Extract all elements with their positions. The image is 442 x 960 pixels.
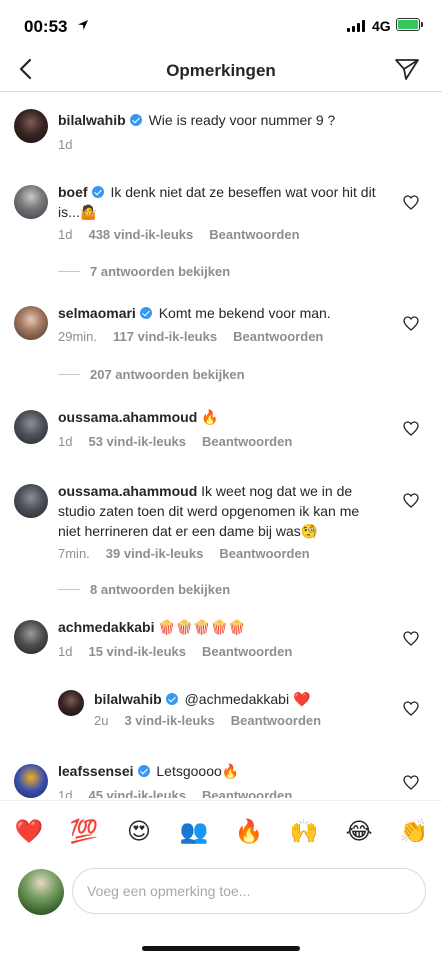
heart-outline-icon[interactable] bbox=[403, 631, 419, 646]
heart-outline-icon[interactable] bbox=[403, 493, 419, 508]
comment-time: 1d bbox=[58, 137, 73, 152]
emoji-button[interactable]: 👥 bbox=[179, 817, 209, 847]
avatar[interactable] bbox=[14, 764, 48, 798]
avatar[interactable] bbox=[14, 410, 48, 444]
comment-time: 1d bbox=[58, 788, 73, 798]
comment-username[interactable]: oussama.ahammoud bbox=[58, 483, 197, 499]
avatar[interactable] bbox=[58, 690, 84, 716]
emoji-button[interactable]: 😂 bbox=[344, 817, 374, 847]
comment-text: Wie is ready voor nummer 9 ? bbox=[148, 112, 336, 128]
reply-button[interactable]: Beantwoorden bbox=[219, 546, 309, 561]
status-time: 00:53 bbox=[24, 17, 68, 36]
battery-icon bbox=[396, 18, 423, 31]
comment-username[interactable]: selmaomari bbox=[58, 305, 136, 321]
comment-username[interactable]: bilalwahib bbox=[58, 112, 126, 128]
verified-badge-icon bbox=[165, 693, 178, 705]
comment-time: 29min. bbox=[58, 329, 98, 344]
heart-outline-icon[interactable] bbox=[403, 195, 419, 210]
comment-username[interactable]: leafssensei bbox=[58, 763, 134, 779]
comment-username[interactable]: boef bbox=[58, 184, 88, 200]
heart-outline-icon[interactable] bbox=[403, 421, 419, 436]
current-user-avatar bbox=[18, 869, 64, 915]
direct-send-icon[interactable] bbox=[394, 56, 420, 82]
like-count[interactable]: 53 vind-ik-leuks bbox=[88, 434, 186, 449]
comment-composer bbox=[0, 860, 442, 924]
heart-outline-icon[interactable] bbox=[403, 701, 419, 716]
comment-time: 1d bbox=[58, 434, 73, 449]
comment-time: 7min. bbox=[58, 546, 90, 561]
view-replies-button[interactable]: 7 antwoorden bekijken bbox=[58, 264, 230, 279]
comment-time: 1d bbox=[58, 227, 73, 242]
comment-text: 🍿🍿🍿🍿🍿 bbox=[158, 620, 246, 636]
view-replies-button[interactable]: 8 antwoorden bekijken bbox=[58, 582, 230, 597]
navigation-bar: Opmerkingen bbox=[0, 50, 442, 92]
location-arrow-icon bbox=[78, 20, 88, 30]
signal-icon bbox=[347, 20, 365, 32]
comment-list[interactable]: bilalwahib Wie is ready voor nummer 9 ? … bbox=[0, 93, 442, 798]
reply-button[interactable]: Beantwoorden bbox=[202, 434, 292, 449]
verified-badge-icon bbox=[137, 765, 150, 777]
view-replies-label: 207 antwoorden bekijken bbox=[90, 367, 245, 382]
comment-text: 🔥 bbox=[201, 410, 219, 426]
reply-button[interactable]: Beantwoorden bbox=[209, 227, 299, 242]
avatar[interactable] bbox=[14, 620, 48, 654]
verified-badge-icon bbox=[129, 114, 142, 126]
emoji-quick-bar: ❤️ 💯 😍 👥 🔥 🙌 😂 👏 bbox=[0, 800, 442, 858]
verified-badge-icon bbox=[139, 307, 152, 319]
comment-text: Letsgoooo🔥 bbox=[156, 763, 240, 779]
comment-input[interactable] bbox=[72, 868, 426, 914]
avatar[interactable] bbox=[14, 109, 48, 143]
comment-username[interactable]: bilalwahib bbox=[94, 691, 162, 707]
emoji-button[interactable]: 👏 bbox=[399, 817, 429, 847]
status-bar: 00:53 4G bbox=[0, 0, 442, 50]
view-replies-button[interactable]: 207 antwoorden bekijken bbox=[58, 367, 245, 382]
page-title: Opmerkingen bbox=[166, 61, 276, 80]
emoji-button[interactable]: 🙌 bbox=[289, 817, 319, 847]
emoji-button[interactable]: 🔥 bbox=[234, 817, 264, 847]
comment-time: 2u bbox=[94, 713, 109, 728]
network-type: 4G bbox=[372, 18, 391, 34]
avatar[interactable] bbox=[14, 185, 48, 219]
comment-text: @achmedakkabi ❤️ bbox=[184, 691, 311, 707]
comment-username[interactable]: oussama.ahammoud bbox=[58, 409, 197, 425]
comment-text: Ik denk niet dat ze beseffen wat voor hi… bbox=[58, 184, 376, 220]
view-replies-label: 7 antwoorden bekijken bbox=[90, 264, 231, 279]
like-count[interactable]: 117 vind-ik-leuks bbox=[113, 329, 217, 344]
avatar[interactable] bbox=[14, 484, 48, 518]
heart-outline-icon[interactable] bbox=[403, 775, 419, 790]
comment-text: Komt me bekend voor man. bbox=[158, 305, 331, 321]
comment-username[interactable]: achmedakkabi bbox=[58, 619, 155, 635]
like-count[interactable]: 45 vind-ik-leuks bbox=[88, 788, 186, 798]
reply-button[interactable]: Beantwoorden bbox=[231, 713, 321, 728]
avatar[interactable] bbox=[14, 306, 48, 340]
reply-button[interactable]: Beantwoorden bbox=[233, 329, 323, 344]
emoji-button[interactable]: ❤️ bbox=[14, 817, 44, 847]
view-replies-label: 8 antwoorden bekijken bbox=[90, 582, 231, 597]
comment-time: 1d bbox=[58, 644, 73, 659]
reply-button[interactable]: Beantwoorden bbox=[202, 788, 292, 798]
emoji-button[interactable]: 😍 bbox=[124, 817, 154, 847]
like-count[interactable]: 15 vind-ik-leuks bbox=[88, 644, 186, 659]
heart-outline-icon[interactable] bbox=[403, 316, 419, 331]
reply-button[interactable]: Beantwoorden bbox=[202, 644, 292, 659]
emoji-button[interactable]: 💯 bbox=[69, 817, 99, 847]
like-count[interactable]: 39 vind-ik-leuks bbox=[106, 546, 204, 561]
like-count[interactable]: 438 vind-ik-leuks bbox=[88, 227, 193, 242]
verified-badge-icon bbox=[91, 186, 104, 198]
home-indicator[interactable] bbox=[142, 946, 300, 951]
like-count[interactable]: 3 vind-ik-leuks bbox=[124, 713, 214, 728]
